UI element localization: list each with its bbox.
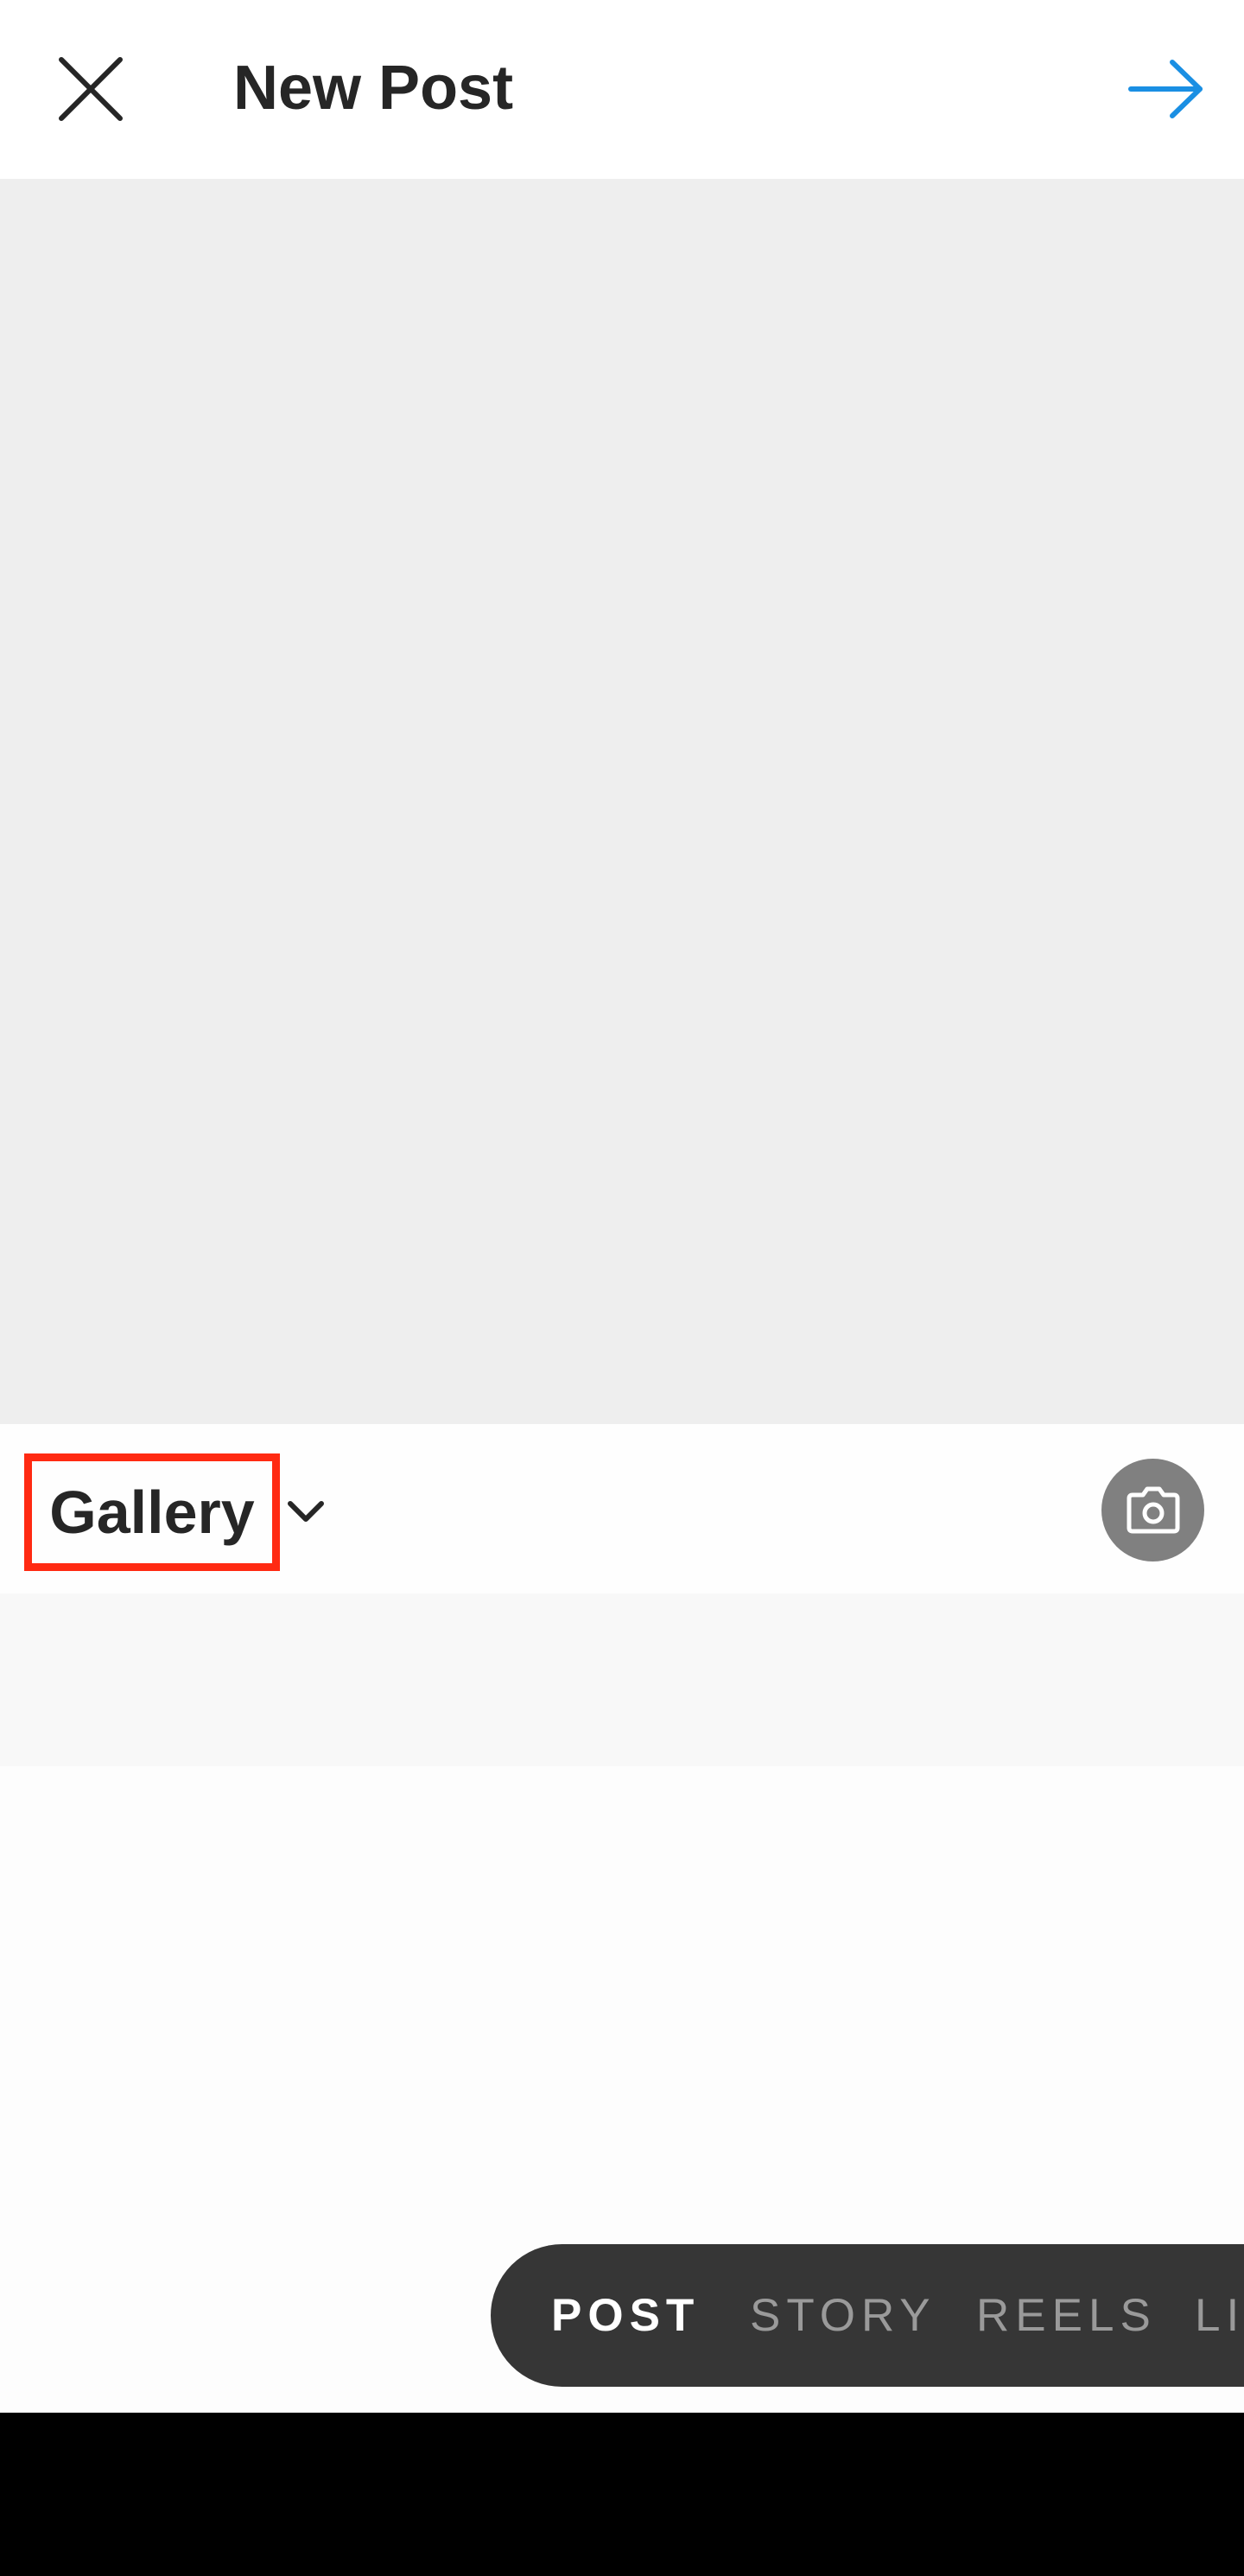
gallery-dropdown[interactable]: Gallery [24,1453,328,1571]
tab-live[interactable]: LIVE [1195,2244,1244,2387]
close-button[interactable] [48,43,134,135]
system-navigation-bar [0,2413,1244,2576]
chevron-down-icon [283,1490,328,1535]
arrow-right-icon [1128,60,1203,118]
camera-button[interactable] [1101,1459,1204,1562]
tab-post[interactable]: POST [551,2244,700,2387]
gallery-bar: Gallery [0,1424,1244,1593]
tab-reels[interactable]: REELS [976,2244,1157,2387]
media-preview [0,179,1244,1424]
tab-story[interactable]: STORY [750,2244,936,2387]
page-title: New Post [233,54,514,123]
media-thumbnail-strip [0,1593,1244,1766]
gallery-highlight: Gallery [24,1453,280,1571]
close-icon [59,57,123,121]
camera-icon [1127,1486,1179,1533]
next-button[interactable] [1119,43,1214,135]
gallery-label: Gallery [49,1479,255,1546]
mode-switcher: POST STORY REELS LIVE [491,2244,1244,2387]
top-bar: New Post [0,0,1244,179]
